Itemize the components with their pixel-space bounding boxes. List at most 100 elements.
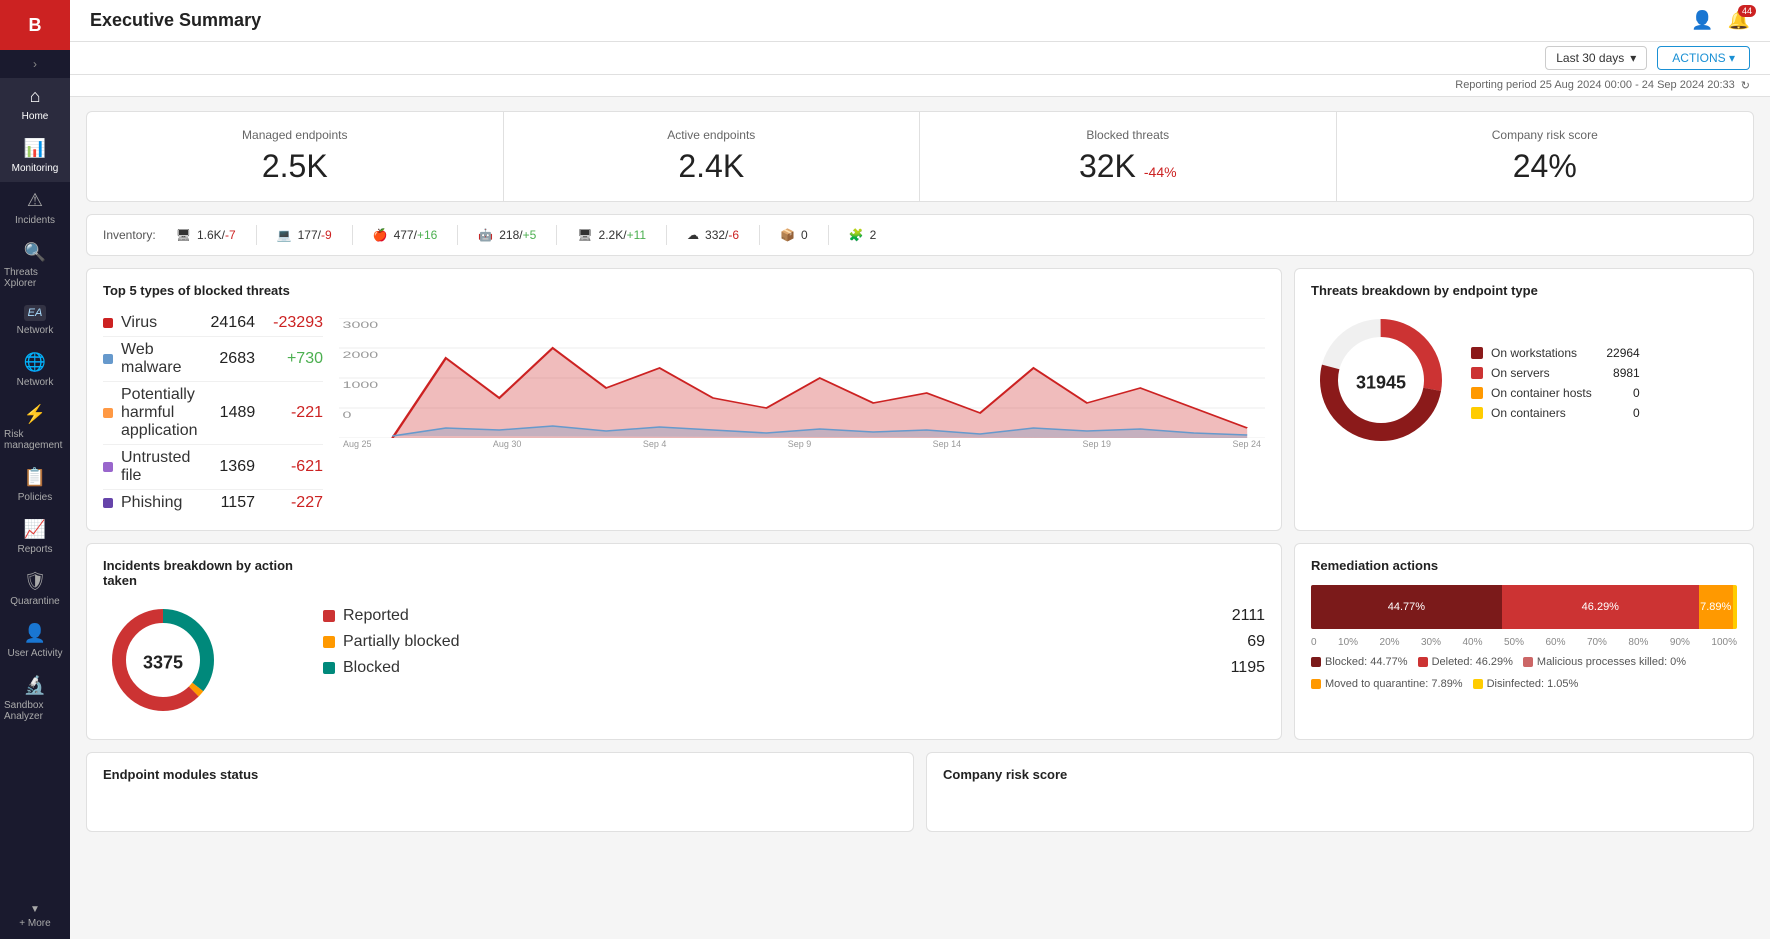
inc-item-partial: Partially blocked 69 [323, 633, 1265, 651]
remediation-axis: 0 10% 20% 30% 40% 50% 60% 70% 80% 90% 10… [1311, 637, 1737, 648]
sidebar-item-incidents[interactable]: ⚠ Incidents [0, 182, 70, 234]
incidents-icon: ⚠ [27, 190, 43, 211]
threat-count-1: 2683 [205, 350, 255, 368]
legend-item-containers: On containers 0 [1471, 406, 1640, 420]
sidebar-item-network[interactable]: 🌐 Network [0, 344, 70, 396]
notification-count: 44 [1738, 5, 1756, 17]
incidents-donut-total: 3375 [143, 652, 183, 673]
threat-name-0: Virus [121, 314, 197, 332]
rem-seg-blocked: 44.77% [1311, 585, 1502, 629]
rem-axis-20: 20% [1380, 637, 1400, 648]
top-threats-title: Top 5 types of blocked threats [103, 283, 1265, 298]
header-icons: 👤 🔔 44 [1691, 10, 1750, 31]
sidebar-item-policies[interactable]: 📋 Policies [0, 459, 70, 511]
refresh-icon[interactable]: ↻ [1741, 79, 1750, 92]
threat-delta-1: +730 [263, 350, 323, 368]
bell-icon[interactable]: 🔔 44 [1728, 10, 1750, 31]
sidebar-item-user-activity[interactable]: 👤 User Activity [0, 615, 70, 667]
sparkline-chart: 3000 2000 1000 0 [339, 318, 1265, 516]
inventory-divider-2 [352, 225, 353, 245]
svg-text:3000: 3000 [343, 320, 379, 330]
svg-text:2000: 2000 [343, 350, 379, 360]
remediation-bar-container: 44.77% 46.29% 7.89% 0 10% 20% 30% 40% 50… [1311, 585, 1737, 690]
legend-name-workstations: On workstations [1491, 346, 1592, 360]
rem-axis-90: 90% [1670, 637, 1690, 648]
rem-legend-1: Deleted: 46.29% [1418, 656, 1513, 668]
inc-color-reported [323, 610, 335, 622]
threat-color-1 [103, 354, 113, 364]
rem-legend-3: Moved to quarantine: 7.89% [1311, 678, 1463, 690]
rem-seg-deleted: 46.29% [1502, 585, 1699, 629]
inventory-val-4: 2.2K/+11 [599, 228, 647, 242]
rem-axis-40: 40% [1462, 637, 1482, 648]
threat-color-3 [103, 462, 113, 472]
sidebar: B › ⌂ Home 📊 Monitoring ⚠ Incidents 🔍 Th… [0, 0, 70, 939]
sidebar-expand-btn[interactable]: › [0, 50, 70, 78]
remediation-legend: Blocked: 44.77% Deleted: 46.29% Maliciou… [1311, 656, 1737, 690]
sidebar-item-label: Threats Xplorer [4, 267, 66, 289]
legend-name-containers: On containers [1491, 406, 1592, 420]
sidebar-item-sandbox-analyzer[interactable]: 🔬 Sandbox Analyzer [0, 667, 70, 730]
threat-count-0: 24164 [205, 314, 255, 332]
sidebar-more-btn[interactable]: ▼ + More [0, 894, 70, 939]
chart-label-3: Sep 9 [788, 439, 812, 449]
inventory-item-3: 🤖 218/+5 [478, 228, 536, 242]
inventory-val-5: 332/-6 [705, 228, 739, 242]
rem-legend-color-1 [1418, 657, 1428, 667]
inventory-divider-4 [556, 225, 557, 245]
rem-legend-color-2 [1523, 657, 1533, 667]
stat-value-active: 2.4K [678, 148, 744, 185]
threats-breakdown-title: Threats breakdown by endpoint type [1311, 283, 1737, 298]
incidents-legend-area: Reported 2111 Partially blocked 69 Block… [323, 558, 1265, 725]
legend-item-servers: On servers 8981 [1471, 366, 1640, 380]
inventory-val-1: 177/-9 [298, 228, 332, 242]
rem-legend-label-0: Blocked: 44.77% [1325, 656, 1408, 668]
inventory-icon-6: 📦 [780, 228, 795, 242]
sidebar-item-home[interactable]: ⌂ Home [0, 78, 70, 130]
threat-name-2: Potentially harmful application [121, 386, 198, 440]
sidebar-item-label: Monitoring [12, 163, 59, 174]
chart-label-5: Sep 19 [1083, 439, 1112, 449]
inventory-val-0: 1.6K/-7 [197, 228, 236, 242]
inc-item-reported: Reported 2111 [323, 607, 1265, 625]
sidebar-item-reports[interactable]: 📈 Reports [0, 511, 70, 563]
threat-count-2: 1489 [206, 404, 256, 422]
reporting-period-text: Reporting period 25 Aug 2024 00:00 - 24 … [1455, 79, 1735, 92]
sidebar-item-threats-xplorer[interactable]: 🔍 Threats Xplorer [0, 234, 70, 297]
sidebar-item-network-ea[interactable]: EA Network [0, 297, 70, 344]
policies-icon: 📋 [24, 467, 46, 488]
rem-axis-30: 30% [1421, 637, 1441, 648]
threat-color-0 [103, 318, 113, 328]
company-risk-panel: Company risk score [926, 752, 1754, 832]
toolbar-bar: Last 30 days ▾ ACTIONS ▾ [70, 42, 1770, 75]
threats-donut: 31945 [1311, 310, 1451, 455]
incidents-panel: Incidents breakdown by action taken [86, 543, 1282, 740]
threat-name-1: Web malware [121, 341, 197, 377]
rem-legend-2: Malicious processes killed: 0% [1523, 656, 1686, 668]
incidents-content: 3375 [103, 600, 303, 725]
remediation-panel: Remediation actions 44.77% 46.29% 7.89% … [1294, 543, 1754, 740]
actions-button[interactable]: ACTIONS ▾ [1657, 46, 1750, 70]
sandbox-icon: 🔬 [24, 675, 46, 696]
threat-count-4: 1157 [205, 494, 255, 512]
inventory-val-3: 218/+5 [499, 228, 536, 242]
user-icon[interactable]: 👤 [1691, 10, 1713, 31]
rem-legend-label-3: Moved to quarantine: 7.89% [1325, 678, 1463, 690]
chart-label-1: Aug 30 [493, 439, 522, 449]
period-select[interactable]: Last 30 days ▾ [1545, 46, 1647, 70]
network-icon: 🌐 [24, 352, 46, 373]
incidents-row: Incidents breakdown by action taken [86, 543, 1754, 740]
monitoring-icon: 📊 [24, 138, 46, 159]
inventory-val-7: 2 [870, 228, 877, 242]
rem-legend-4: Disinfected: 1.05% [1473, 678, 1579, 690]
threat-color-2 [103, 408, 113, 418]
sidebar-item-quarantine[interactable]: 🛡 Quarantine [0, 563, 70, 615]
stat-value-risk: 24% [1513, 148, 1577, 185]
stat-value-blocked: 32K -44% [1079, 148, 1177, 185]
sidebar-item-monitoring[interactable]: 📊 Monitoring [0, 130, 70, 182]
threat-row-3: Untrusted file 1369 -621 [103, 445, 323, 490]
svg-text:1000: 1000 [343, 380, 379, 390]
sidebar-item-risk-management[interactable]: ⚡ Risk management [0, 396, 70, 459]
reporting-period-bar: Reporting period 25 Aug 2024 00:00 - 24 … [70, 75, 1770, 97]
page-title: Executive Summary [90, 10, 261, 31]
